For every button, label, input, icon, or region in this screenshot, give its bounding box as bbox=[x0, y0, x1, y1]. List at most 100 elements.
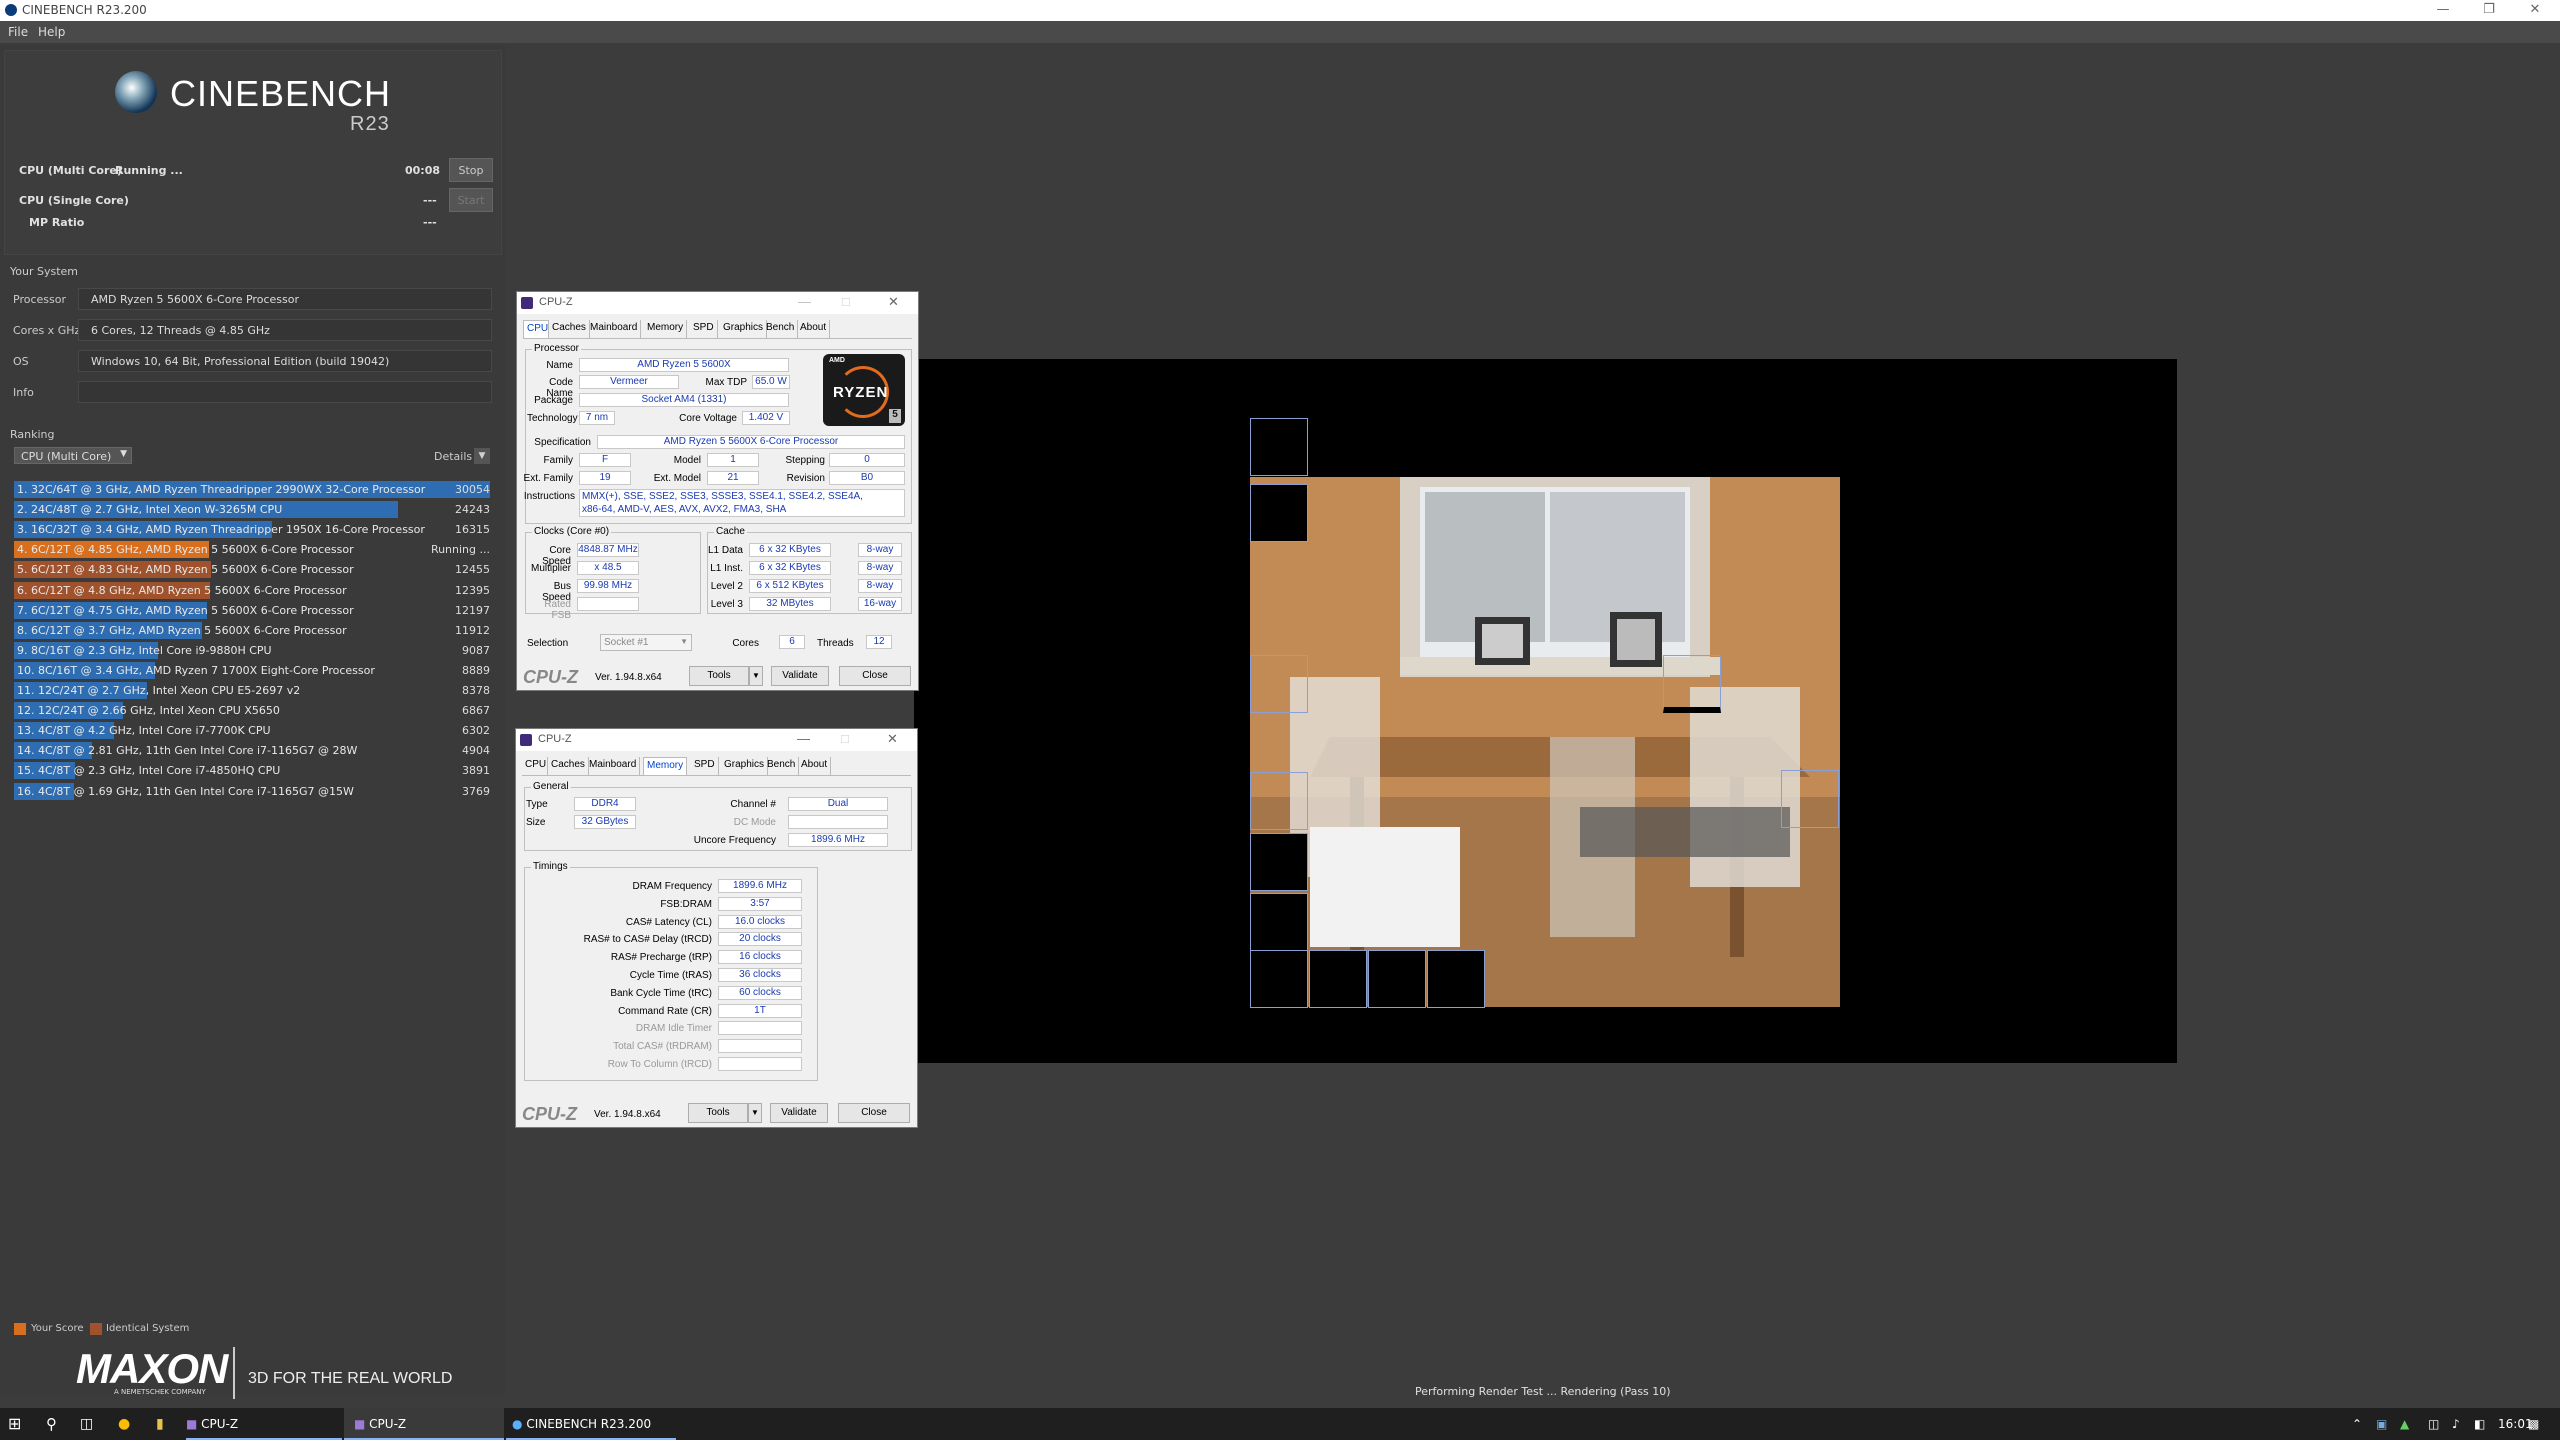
menu-file[interactable]: File bbox=[8, 25, 28, 39]
ranking-score: 16315 bbox=[455, 523, 490, 537]
chrome-icon[interactable]: ● bbox=[118, 1408, 130, 1440]
ranking-row[interactable]: 9. 8C/16T @ 2.3 GHz, Intel Core i9-9880H… bbox=[14, 641, 490, 659]
dc-mode-value bbox=[788, 815, 888, 829]
ranking-row[interactable]: 2. 24C/48T @ 2.7 GHz, Intel Xeon W-3265M… bbox=[14, 501, 490, 519]
cpuz-maximize-button[interactable]: □ bbox=[842, 294, 850, 309]
tab-memory[interactable]: Memory bbox=[644, 320, 688, 338]
ranking-label: 2. 24C/48T @ 2.7 GHz, Intel Xeon W-3265M… bbox=[17, 503, 283, 517]
render-bucket bbox=[1368, 950, 1426, 1008]
tab-caches[interactable]: Caches bbox=[548, 757, 589, 775]
system-row-cores: Cores x GHz 6 Cores, 12 Threads @ 4.85 GH… bbox=[10, 319, 492, 341]
timing-value: 16 clocks bbox=[718, 950, 802, 965]
taskbar-label: CPU-Z bbox=[201, 1417, 239, 1431]
ranking-row[interactable]: 15. 4C/8T @ 2.3 GHz, Intel Core i7-4850H… bbox=[14, 762, 490, 780]
group-title: Timings bbox=[531, 861, 570, 872]
cpuz-version: Ver. 1.94.8.x64 bbox=[595, 672, 662, 683]
cpuz-maximize-button[interactable]: □ bbox=[841, 731, 849, 746]
ranking-row[interactable]: 4. 6C/12T @ 4.85 GHz, AMD Ryzen 5 5600X … bbox=[14, 541, 490, 559]
tray-app-icon[interactable]: ▣ bbox=[2376, 1408, 2387, 1440]
cpuz-minimize-button[interactable]: — bbox=[797, 731, 810, 746]
l2-value: 6 x 512 KBytes bbox=[749, 579, 831, 593]
close-button-cpuz[interactable]: Close bbox=[839, 666, 911, 686]
ranking-row[interactable]: 6. 6C/12T @ 4.8 GHz, AMD Ryzen 5 5600X 6… bbox=[14, 581, 490, 599]
tab-bench[interactable]: Bench bbox=[763, 320, 799, 338]
windows-start-icon[interactable]: ⊞ bbox=[8, 1408, 21, 1440]
taskbar-item-cinebench[interactable]: ● CINEBENCH R23.200 bbox=[506, 1408, 676, 1440]
tray-chevron-up-icon[interactable]: ⌃ bbox=[2352, 1408, 2362, 1440]
validate-button[interactable]: Validate bbox=[771, 666, 829, 686]
family-value: F bbox=[579, 453, 631, 467]
cpuz-close-x-button[interactable]: ✕ bbox=[887, 731, 898, 747]
ranking-score: 6302 bbox=[462, 724, 490, 738]
restore-button[interactable]: ❐ bbox=[2466, 0, 2512, 21]
minimize-button[interactable]: — bbox=[2420, 0, 2466, 21]
tools-button[interactable]: Tools bbox=[688, 1103, 748, 1123]
cpuz-minimize-button[interactable]: — bbox=[798, 294, 811, 309]
ranking-row[interactable]: 13. 4C/8T @ 4.2 GHz, Intel Core i7-7700K… bbox=[14, 722, 490, 740]
close-button-cpuz[interactable]: Close bbox=[838, 1103, 910, 1123]
tab-about[interactable]: About bbox=[797, 320, 831, 338]
notification-icon[interactable]: ▩ bbox=[2528, 1408, 2539, 1440]
menu-help[interactable]: Help bbox=[38, 25, 65, 39]
details-chevron-icon[interactable]: ▼ bbox=[474, 448, 490, 464]
ranking-row[interactable]: 16. 4C/8T @ 1.69 GHz, 11th Gen Intel Cor… bbox=[14, 782, 490, 800]
tools-button[interactable]: Tools bbox=[689, 666, 749, 686]
info-field[interactable] bbox=[78, 381, 492, 403]
tab-memory[interactable]: Memory bbox=[643, 757, 688, 775]
ranking-label: 12. 12C/24T @ 2.66 GHz, Intel Xeon CPU X… bbox=[17, 704, 280, 718]
ranking-row[interactable]: 5. 6C/12T @ 4.83 GHz, AMD Ryzen 5 5600X … bbox=[14, 561, 490, 579]
socket-select[interactable]: Socket #1 ▼ bbox=[600, 634, 692, 651]
cpuz-close-x-button[interactable]: ✕ bbox=[888, 294, 899, 310]
taskbar-item-cpuz-1[interactable]: ■ CPU-Z bbox=[186, 1408, 342, 1440]
tab-cpu[interactable]: CPU bbox=[522, 757, 548, 775]
l1-inst-value: 6 x 32 KBytes bbox=[749, 561, 831, 575]
network-icon[interactable]: ◫ bbox=[2428, 1408, 2439, 1440]
size-label: Size bbox=[526, 817, 546, 828]
codename-value: Vermeer bbox=[579, 375, 679, 389]
ranking-select[interactable]: CPU (Multi Core) ▼ bbox=[14, 447, 132, 464]
cpuz-task-icon: ■ bbox=[186, 1417, 198, 1431]
tab-mainboard[interactable]: Mainboard bbox=[587, 320, 642, 338]
ranking-row[interactable]: 7. 6C/12T @ 4.75 GHz, AMD Ryzen 5 5600X … bbox=[14, 601, 490, 619]
ranking-row[interactable]: 12. 12C/24T @ 2.66 GHz, Intel Xeon CPU X… bbox=[14, 702, 490, 720]
tab-graphics[interactable]: Graphics bbox=[721, 757, 769, 775]
threads-value: 12 bbox=[866, 635, 892, 649]
timing-value bbox=[718, 1057, 802, 1071]
details-label[interactable]: Details bbox=[434, 450, 472, 463]
ranking-row[interactable]: 1. 32C/64T @ 3 GHz, AMD Ryzen Threadripp… bbox=[14, 481, 490, 498]
tab-cpu[interactable]: CPU bbox=[523, 320, 549, 338]
tab-spd[interactable]: SPD bbox=[690, 320, 718, 338]
ranking-row[interactable]: 10. 8C/16T @ 3.4 GHz, AMD Ryzen 7 1700X … bbox=[14, 661, 490, 679]
start-button[interactable]: Start bbox=[449, 188, 493, 212]
tray-nvidia-icon[interactable]: ▲ bbox=[2400, 1408, 2409, 1440]
ext-family-label: Ext. Family bbox=[523, 473, 573, 484]
ranking-label: 14. 4C/8T @ 2.81 GHz, 11th Gen Intel Cor… bbox=[17, 744, 358, 758]
close-button[interactable]: ✕ bbox=[2512, 0, 2558, 21]
tools-dropdown-icon[interactable]: ▼ bbox=[748, 1103, 762, 1123]
stop-button[interactable]: Stop bbox=[449, 158, 493, 182]
l3-ways: 16-way bbox=[858, 597, 902, 611]
uncore-label: Uncore Frequency bbox=[693, 835, 776, 846]
search-icon[interactable]: ⚲ bbox=[46, 1408, 57, 1440]
instructions-label: Instructions bbox=[523, 491, 575, 502]
ranking-row[interactable]: 11. 12C/24T @ 2.7 GHz, Intel Xeon CPU E5… bbox=[14, 682, 490, 699]
tab-graphics[interactable]: Graphics bbox=[720, 320, 768, 338]
instructions-line-2: x86-64, AMD-V, AES, AVX, AVX2, FMA3, SHA bbox=[582, 504, 787, 515]
ranking-row[interactable]: 14. 4C/8T @ 2.81 GHz, 11th Gen Intel Cor… bbox=[14, 742, 490, 760]
taskbar-item-cpuz-2[interactable]: ■ CPU-Z bbox=[344, 1408, 504, 1440]
volume-icon[interactable]: ♪ bbox=[2452, 1408, 2460, 1440]
language-icon[interactable]: ◧ bbox=[2474, 1408, 2485, 1440]
task-view-icon[interactable]: ◫ bbox=[80, 1408, 93, 1440]
validate-button[interactable]: Validate bbox=[770, 1103, 828, 1123]
tab-bench[interactable]: Bench bbox=[764, 757, 800, 775]
system-row-os: OS Windows 10, 64 Bit, Professional Editi… bbox=[10, 350, 492, 372]
tab-mainboard[interactable]: Mainboard bbox=[586, 757, 641, 775]
ranking-row[interactable]: 3. 16C/32T @ 3.4 GHz, AMD Ryzen Threadri… bbox=[14, 521, 490, 539]
ranking-row[interactable]: 8. 6C/12T @ 3.7 GHz, AMD Ryzen 5 5600X 6… bbox=[14, 621, 490, 639]
tab-about[interactable]: About bbox=[798, 757, 832, 775]
tab-caches[interactable]: Caches bbox=[549, 320, 590, 338]
tab-spd[interactable]: SPD bbox=[691, 757, 719, 775]
tools-dropdown-icon[interactable]: ▼ bbox=[749, 666, 763, 686]
ranking-label: 6. 6C/12T @ 4.8 GHz, AMD Ryzen 5 5600X 6… bbox=[17, 583, 347, 597]
file-explorer-icon[interactable]: ▮ bbox=[156, 1408, 164, 1440]
